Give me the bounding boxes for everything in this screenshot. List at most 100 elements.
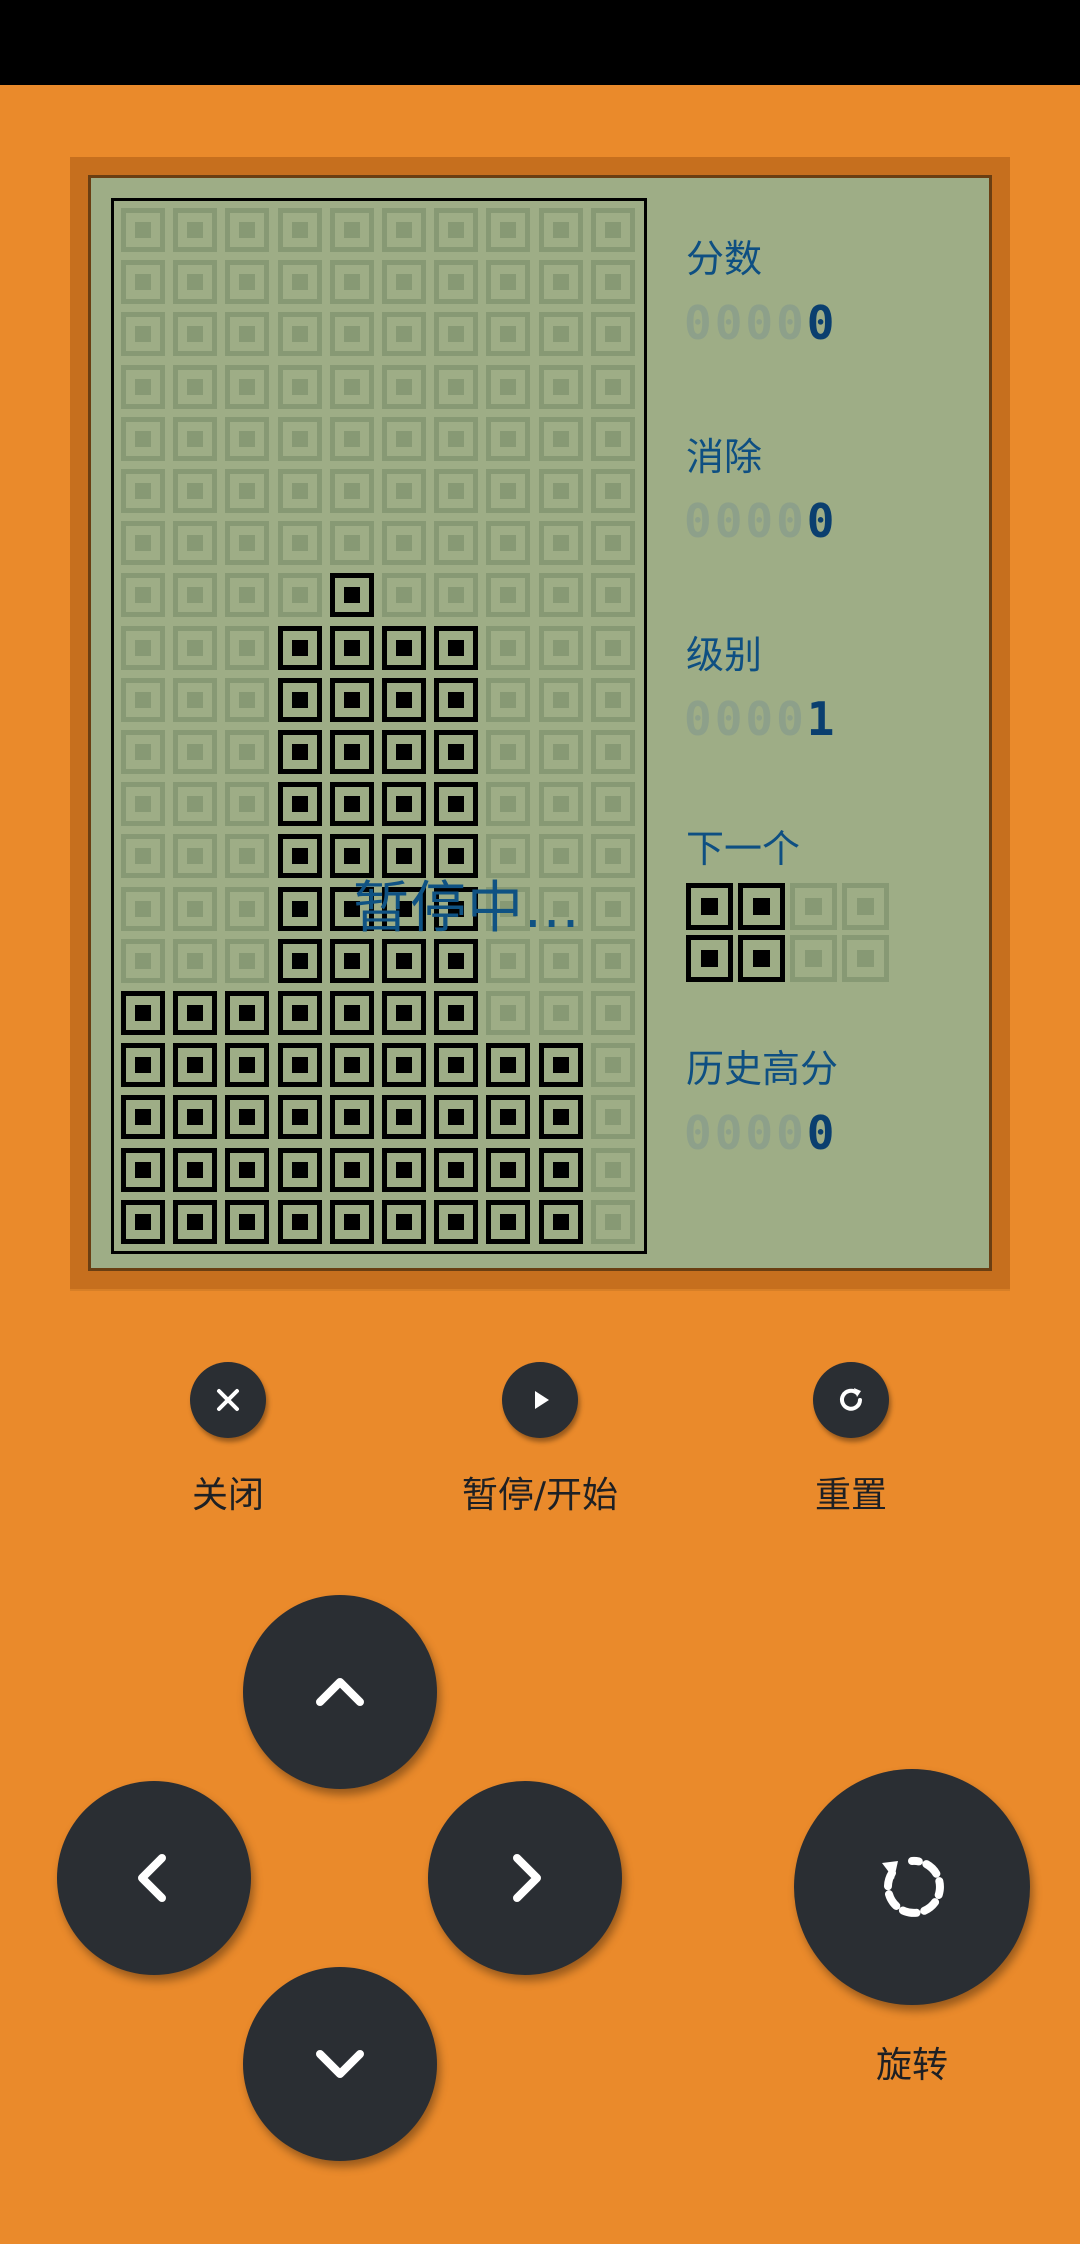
pause-start-button[interactable] bbox=[502, 1362, 578, 1438]
down-button[interactable] bbox=[243, 1967, 437, 2161]
block-filled bbox=[329, 1199, 374, 1244]
block-empty bbox=[173, 312, 218, 357]
block-empty bbox=[121, 677, 165, 722]
block-empty bbox=[225, 260, 270, 305]
block-empty bbox=[329, 521, 374, 566]
block-empty bbox=[590, 1147, 635, 1192]
block-empty bbox=[173, 521, 218, 566]
block-empty bbox=[538, 625, 583, 670]
block-filled bbox=[486, 1147, 531, 1192]
block-empty bbox=[434, 260, 479, 305]
block-filled bbox=[329, 573, 374, 618]
block-filled bbox=[382, 938, 426, 983]
block-empty bbox=[538, 573, 583, 618]
block-empty bbox=[173, 364, 218, 409]
high-score-label: 历史高分 bbox=[686, 1047, 839, 1091]
block-empty bbox=[486, 364, 531, 409]
block-filled bbox=[277, 886, 322, 931]
block-filled bbox=[277, 1043, 322, 1088]
block-empty bbox=[590, 469, 635, 513]
block-empty bbox=[538, 208, 583, 252]
rotate-button[interactable] bbox=[794, 1769, 1030, 2005]
block-filled bbox=[277, 938, 322, 983]
block-empty bbox=[225, 208, 270, 252]
play-icon bbox=[535, 1391, 549, 1409]
block-empty bbox=[538, 782, 583, 827]
block-filled bbox=[538, 1147, 583, 1192]
block-filled bbox=[173, 1043, 218, 1088]
reset-button[interactable] bbox=[813, 1362, 889, 1438]
board-cells bbox=[121, 208, 643, 1250]
block-empty bbox=[121, 886, 165, 931]
block-empty bbox=[538, 312, 583, 357]
block-empty bbox=[173, 938, 218, 983]
next-label: 下一个 bbox=[686, 827, 801, 871]
block-filled bbox=[434, 782, 479, 827]
block-filled bbox=[329, 938, 374, 983]
block-filled bbox=[538, 1043, 583, 1088]
block-empty bbox=[277, 208, 322, 252]
block-filled bbox=[382, 1095, 426, 1140]
paused-label: 暂停中... bbox=[353, 876, 581, 941]
block-filled bbox=[382, 1043, 426, 1088]
block-empty bbox=[538, 260, 583, 305]
block-empty bbox=[538, 938, 583, 983]
lines-value: 00000 bbox=[684, 494, 838, 548]
block-empty bbox=[382, 312, 426, 357]
close-icon bbox=[217, 1389, 239, 1411]
block-filled bbox=[173, 1095, 218, 1140]
close-button[interactable] bbox=[190, 1362, 266, 1438]
block-filled bbox=[277, 730, 322, 774]
block-filled bbox=[121, 1095, 165, 1140]
block-empty bbox=[121, 625, 165, 670]
block-filled bbox=[277, 1199, 322, 1244]
block-filled bbox=[434, 625, 479, 670]
block-filled bbox=[329, 991, 374, 1035]
block-filled bbox=[277, 991, 322, 1035]
status-bar bbox=[0, 0, 1080, 85]
block-empty bbox=[277, 312, 322, 357]
block-filled bbox=[434, 677, 479, 722]
block-empty bbox=[329, 260, 374, 305]
block-empty bbox=[434, 521, 479, 566]
block-empty bbox=[486, 730, 531, 774]
block-empty bbox=[382, 260, 426, 305]
block-filled bbox=[277, 782, 322, 827]
block-filled bbox=[382, 677, 426, 722]
block-empty bbox=[590, 416, 635, 461]
rotate-label: 旋转 bbox=[875, 2045, 949, 2086]
block-empty bbox=[590, 625, 635, 670]
score-value: 00000 bbox=[684, 296, 838, 350]
next-block-filled bbox=[738, 883, 785, 930]
block-empty bbox=[590, 730, 635, 774]
block-empty bbox=[486, 677, 531, 722]
block-empty bbox=[434, 312, 479, 357]
block-filled bbox=[486, 1095, 531, 1140]
block-filled bbox=[382, 625, 426, 670]
right-button[interactable] bbox=[428, 1781, 622, 1975]
block-empty bbox=[225, 573, 270, 618]
block-filled bbox=[225, 1147, 270, 1192]
block-empty bbox=[225, 730, 270, 774]
block-empty bbox=[382, 208, 426, 252]
level-value: 00001 bbox=[684, 692, 838, 746]
next-block-empty bbox=[790, 935, 837, 982]
block-empty bbox=[538, 991, 583, 1035]
block-empty bbox=[434, 469, 479, 513]
block-empty bbox=[225, 938, 270, 983]
block-filled bbox=[434, 730, 479, 774]
block-empty bbox=[121, 521, 165, 566]
block-empty bbox=[538, 469, 583, 513]
block-filled bbox=[121, 1043, 165, 1088]
left-button[interactable] bbox=[57, 1781, 251, 1975]
up-button[interactable] bbox=[243, 1595, 437, 1789]
block-empty bbox=[225, 677, 270, 722]
next-block-filled bbox=[738, 935, 785, 982]
block-empty bbox=[434, 416, 479, 461]
chevron-right-icon bbox=[513, 1854, 541, 1902]
block-empty bbox=[486, 782, 531, 827]
block-filled bbox=[277, 834, 322, 879]
block-empty bbox=[329, 208, 374, 252]
block-empty bbox=[277, 364, 322, 409]
block-empty bbox=[538, 416, 583, 461]
